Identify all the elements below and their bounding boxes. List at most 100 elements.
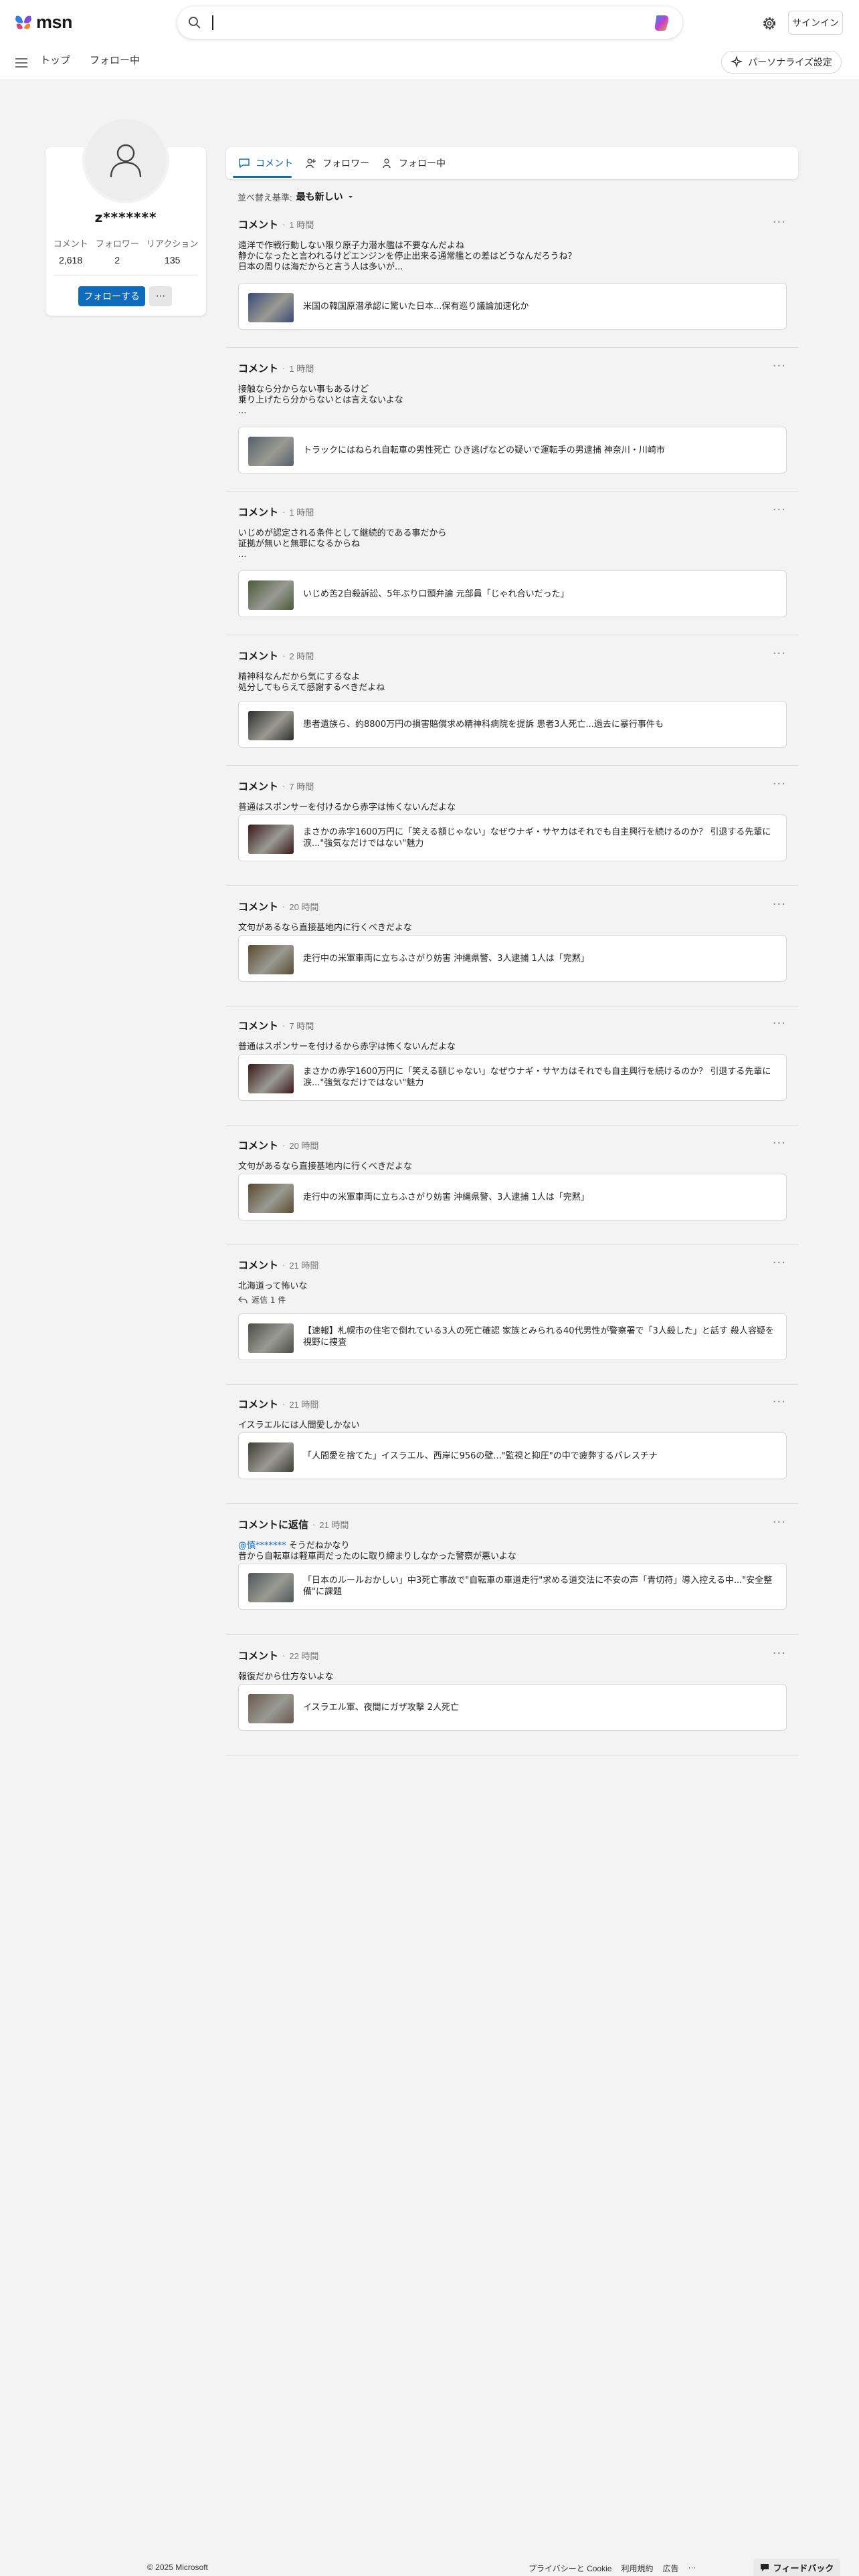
msn-logo[interactable]: msn <box>13 12 73 33</box>
comment-item: コメント · 2 時間 ··· 精神科なんだから気にするなよ 処分してもらえて感謝するべき… <box>226 639 798 766</box>
comment-more-button[interactable]: ··· <box>773 1016 786 1031</box>
sort-value: 最も新しい <box>296 191 343 202</box>
personalize-label: パーソナライズ設定 <box>748 57 832 68</box>
tab-comments[interactable]: コメント <box>238 155 293 171</box>
article-link-card[interactable]: トラックにはねられ自転車の男性死亡 ひき逃げなどの疑いで運転手の男逮捕 神奈川・… <box>238 427 787 473</box>
stat-value: 2,618 <box>59 255 83 265</box>
comment-line: @慎******* そうだねかなり <box>238 1541 773 1551</box>
footer-link-privacy[interactable]: プライバシーと Cookie <box>529 2563 611 2574</box>
comment-header: コメント · 20 時間 <box>238 1138 318 1152</box>
comment-header: コメント · 1 時間 <box>238 505 314 519</box>
comment-more-button[interactable]: ··· <box>773 503 786 517</box>
followers-icon <box>306 158 316 169</box>
nav-item-following[interactable]: フォロー中 <box>90 53 140 68</box>
tab-label: コメント <box>256 158 293 169</box>
comment-type: コメント <box>238 1650 279 1662</box>
comment-body: 普通はスポンサーを付けるから赤字は怖くないんだよな <box>238 1042 773 1053</box>
article-link-card[interactable]: 走行中の米軍車両に立ちふさがり妨害 沖縄県警、3人逮捕 1人は「完黙」 <box>238 1174 787 1220</box>
footer-more-link[interactable]: ··· <box>688 2563 696 2574</box>
comment-line: 静かになったと言われるけどエンジンを停止出来る通常艦との差はどうなんだろうね？ <box>238 251 577 261</box>
comment-more-button[interactable]: ··· <box>773 777 786 791</box>
footer-link-terms[interactable]: 利用規約 <box>621 2563 653 2574</box>
comment-header: コメント · 1 時間 <box>238 217 314 231</box>
comment-item: コメント · 7 時間 ··· 普通はスポンサーを付けるから赤字は怖くないんだよな まさか… <box>226 769 798 886</box>
comment-time: 21 時間 <box>289 1261 319 1271</box>
signin-button[interactable]: サインイン <box>788 11 843 35</box>
comment-header: コメントに返信 · 21 時間 <box>238 1517 349 1531</box>
article-thumbnail <box>248 1184 294 1213</box>
comment-more-button[interactable]: ··· <box>773 359 786 373</box>
article-link-card[interactable]: 【速報】札幌市の住宅で倒れている3人の死亡確認 家族とみられる40代男性が警察署… <box>238 1313 787 1360</box>
tab-followers[interactable]: フォロワー <box>305 155 369 171</box>
comment-more-button[interactable]: ··· <box>773 1646 786 1660</box>
article-link-card[interactable]: いじめ苦2自殺訴訟、5年ぶり口頭弁論 元部員「じゃれ合いだった」 <box>238 570 787 617</box>
comment-header: コメント · 21 時間 <box>238 1258 318 1272</box>
article-link-card[interactable]: 走行中の米軍車両に立ちふさがり妨害 沖縄県警、3人逮捕 1人は「完黙」 <box>238 935 787 982</box>
comment-more-button[interactable]: ··· <box>773 1256 786 1270</box>
reply-count-label: 返信 1 件 <box>252 1295 286 1305</box>
article-link-card[interactable]: 米国の韓国原潜承認に驚いた日本...保有巡り議論加速化か <box>238 283 787 330</box>
article-title: 走行中の米軍車両に立ちふさがり妨害 沖縄県警、3人逮捕 1人は「完黙」 <box>303 1192 589 1202</box>
nav-item-top[interactable]: トップ <box>40 53 70 68</box>
comment-line: 乗り上げたら分からないとは言えないよな <box>238 395 403 405</box>
comment-line: 文句があるなら直接基地内に行くべきだよな <box>238 923 413 933</box>
comment-more-button[interactable]: ··· <box>773 647 786 661</box>
comment-separator: · <box>282 219 286 229</box>
comment-icon <box>239 158 250 169</box>
comment-item: コメント · 20 時間 ··· 文句があるなら直接基地内に行くべきだよな 走行中の米軍車… <box>226 1128 798 1245</box>
comment-line: ... <box>238 550 247 560</box>
reply-count-link[interactable]: 返信 1 件 <box>238 1295 773 1305</box>
comment-more-button[interactable]: ··· <box>773 1395 786 1409</box>
article-link-card[interactable]: 「人間愛を捨てた」イスラエル、西岸に956の壁..."監視と抑圧"の中で疲弊する… <box>238 1432 787 1479</box>
stat-value: 2 <box>114 255 120 265</box>
search-box[interactable] <box>177 7 682 39</box>
article-title: 米国の韓国原潜承認に驚いた日本...保有巡り議論加速化か <box>303 301 529 312</box>
article-link-card[interactable]: 患者遺族ら、約8800万円の損害賠償求め精神科病院を提訴 患者3人死亡...過去… <box>238 701 787 748</box>
comment-more-button[interactable]: ··· <box>773 1515 786 1529</box>
comment-more-button[interactable]: ··· <box>773 897 786 911</box>
gear-icon[interactable] <box>759 13 779 33</box>
comment-time: 22 時間 <box>289 1651 319 1661</box>
personalize-button[interactable]: パーソナライズ設定 <box>721 51 842 74</box>
comment-type: コメント <box>238 219 279 231</box>
stat-comments: コメント 2,618 <box>54 237 88 265</box>
feedback-label: フィードバック <box>773 2563 834 2573</box>
comment-separator: · <box>282 1650 286 1660</box>
follow-button[interactable]: フォローする <box>78 286 145 306</box>
hamburger-menu-icon[interactable] <box>13 55 29 71</box>
article-thumbnail <box>248 437 294 466</box>
active-tab-indicator <box>233 176 292 178</box>
more-options-button[interactable]: ··· <box>149 286 172 306</box>
comment-more-button[interactable]: ··· <box>773 1136 786 1150</box>
article-link-card[interactable]: まさかの赤字1600万円に「笑える額じゃない」なぜウナギ・サヤカはそれでも自主興… <box>238 1054 787 1101</box>
comment-item: コメント · 21 時間 ··· イスラエルには人間愛しかない 「人間愛を捨てた」イスラエ… <box>226 1387 798 1504</box>
search-input[interactable] <box>212 15 213 30</box>
article-title: トラックにはねられ自転車の男性死亡 ひき逃げなどの疑いで運転手の男逮捕 神奈川・… <box>303 445 665 455</box>
sort-control[interactable]: 並べ替え基準: 最も新しい <box>237 190 354 203</box>
comment-more-button[interactable]: ··· <box>773 215 786 229</box>
feedback-button[interactable]: フィードバック <box>753 2559 840 2576</box>
comment-body: 北海道って怖いな 返信 1 件 <box>238 1281 773 1305</box>
footer-link-ads[interactable]: 広告 <box>662 2563 678 2574</box>
comment-item: コメント · 7 時間 ··· 普通はスポンサーを付けるから赤字は怖くないんだよな まさか… <box>226 1008 798 1125</box>
article-link-card[interactable]: 「日本のルールおかしい」中3死亡事故で"自転車の車道走行"求める道交法に不安の声… <box>238 1563 787 1610</box>
article-link-card[interactable]: まさかの赤字1600万円に「笑える額じゃない」なぜウナギ・サヤカはそれでも自主興… <box>238 815 787 861</box>
search-icon <box>189 17 201 29</box>
stat-label: リアクション <box>147 239 199 249</box>
comment-type: コメント <box>238 650 279 662</box>
copilot-icon[interactable] <box>652 13 672 33</box>
comment-body: いじめが認定される条件として継続的である事だから 証拠が無いと無罪になるからね..… <box>238 528 773 560</box>
comment-line: 処分してもらえて感謝するべきだよね <box>238 683 385 693</box>
top-bar: msn サインイン <box>0 0 859 47</box>
following-icon <box>383 158 391 169</box>
comment-time: 1 時間 <box>289 364 314 374</box>
comment-time: 21 時間 <box>319 1520 349 1530</box>
article-link-card[interactable]: イスラエル軍、夜間にガザ攻撃 2人死亡 <box>238 1684 787 1731</box>
comment-separator: · <box>282 901 286 911</box>
comment-line: 普通はスポンサーを付けるから赤字は怖くないんだよな <box>238 1042 456 1052</box>
stat-value: 135 <box>165 255 181 265</box>
article-thumbnail <box>248 580 294 610</box>
article-thumbnail <box>248 1323 294 1353</box>
tab-following[interactable]: フォロー中 <box>381 155 446 171</box>
mention-link[interactable]: @慎******* <box>238 1541 286 1551</box>
